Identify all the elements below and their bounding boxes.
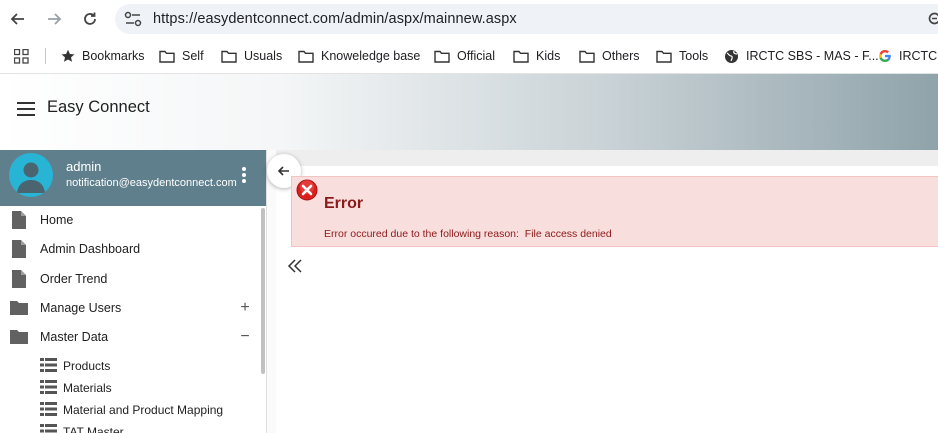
- url-text[interactable]: https://easydentconnect.com/admin/aspx/m…: [153, 11, 517, 27]
- file-icon: [12, 270, 26, 288]
- folder-icon: [656, 50, 672, 63]
- error-message: Error occured due to the following reaso…: [324, 228, 612, 240]
- sidebar-subitem-materials[interactable]: Materials: [0, 378, 260, 398]
- bookmark-label: IRCTC SBS - MAS - F...: [746, 49, 879, 63]
- sidebar-item-manage-users[interactable]: Manage Users +: [0, 297, 260, 319]
- more-options-icon[interactable]: [240, 166, 248, 184]
- sidebar: admin notification@easydentconnect.com H…: [0, 150, 267, 433]
- left-arrow-icon: [277, 166, 289, 176]
- list-icon: [40, 402, 57, 416]
- bookmark-tools[interactable]: Tools: [656, 47, 708, 65]
- expand-toggle[interactable]: +: [238, 299, 252, 317]
- sidebar-item-home[interactable]: Home: [0, 209, 260, 231]
- bookmark-label: Self: [182, 49, 204, 63]
- bookmarks-separator: [45, 48, 46, 64]
- folder-icon: [434, 50, 450, 63]
- profile-name: admin: [66, 159, 102, 174]
- address-bar[interactable]: https://easydentconnect.com/admin/aspx/m…: [115, 4, 938, 34]
- star-icon: [61, 49, 75, 62]
- browser-toolbar: https://easydentconnect.com/admin/aspx/m…: [0, 0, 938, 38]
- bookmark-self[interactable]: Self: [159, 47, 204, 65]
- bookmark-kids[interactable]: Kids: [513, 47, 560, 65]
- file-icon: [12, 211, 26, 229]
- bookmark-label: IRCTC N: [899, 49, 938, 63]
- zoom-icon[interactable]: [927, 11, 938, 29]
- file-icon: [12, 240, 26, 258]
- forward-arrow-icon[interactable]: [43, 8, 65, 30]
- sidebar-item-label: Home: [40, 213, 74, 227]
- sidebar-item-order-trend[interactable]: Order Trend: [0, 268, 260, 290]
- error-close-icon: [296, 179, 318, 201]
- profile-email: notification@easydentconnect.com: [66, 177, 237, 189]
- back-arrow-icon[interactable]: [7, 8, 29, 30]
- bookmark-label: Kids: [536, 49, 561, 63]
- bookmark-label: Bookmarks: [82, 49, 145, 63]
- bookmark-label: Official: [457, 49, 495, 63]
- folder-icon: [10, 330, 28, 344]
- bookmark-knowledge-base[interactable]: Knoweledge base: [298, 47, 420, 65]
- folder-icon: [159, 50, 175, 63]
- sidebar-subitem-label: TAT Master: [63, 425, 124, 433]
- app-header: Easy Connect: [0, 74, 938, 150]
- sidebar-item-master-data[interactable]: Master Data −: [0, 326, 260, 348]
- bookmark-label: Knoweledge base: [321, 49, 421, 63]
- sidebar-subitem-label: Materials: [63, 381, 112, 395]
- sidebar-item-admin-dashboard[interactable]: Admin Dashboard: [0, 238, 260, 260]
- list-icon: [40, 358, 57, 372]
- bookmark-irctc-sbs[interactable]: IRCTC SBS - MAS - F...: [724, 47, 879, 65]
- sidebar-item-label: Order Trend: [40, 272, 108, 286]
- folder-icon: [579, 50, 595, 63]
- collapse-toggle[interactable]: −: [238, 328, 252, 346]
- google-icon: [879, 50, 891, 62]
- profile-panel: admin notification@easydentconnect.com: [0, 150, 266, 206]
- bookmark-others[interactable]: Others: [579, 47, 640, 65]
- avatar[interactable]: [9, 153, 53, 197]
- list-icon: [40, 380, 57, 394]
- site-info-icon[interactable]: [123, 10, 143, 28]
- folder-icon: [221, 50, 237, 63]
- list-icon: [40, 424, 57, 433]
- sidebar-subitem-material-product-mapping[interactable]: Material and Product Mapping: [0, 400, 260, 420]
- folder-icon: [513, 50, 529, 63]
- folder-icon: [10, 301, 28, 315]
- apps-grid-icon[interactable]: [13, 48, 29, 69]
- bookmark-irctc-n[interactable]: IRCTC N: [878, 47, 938, 65]
- bookmark-usuals[interactable]: Usuals: [221, 47, 282, 65]
- sidebar-subitem-tat-master[interactable]: TAT Master: [0, 422, 260, 433]
- sidebar-subitem-products[interactable]: Products: [0, 356, 260, 376]
- globe-icon: [725, 49, 738, 63]
- folder-icon: [298, 50, 314, 63]
- sidebar-item-label: Master Data: [40, 330, 109, 344]
- sidebar-subitem-label: Material and Product Mapping: [63, 403, 224, 417]
- user-icon: [17, 162, 45, 193]
- bookmark-official[interactable]: Official: [434, 47, 495, 65]
- bookmark-label: Tools: [679, 49, 709, 63]
- content-top-strip: [276, 150, 938, 166]
- sidebar-subitem-label: Products: [63, 359, 111, 373]
- bookmark-label: Others: [602, 49, 640, 63]
- main-content: Error Error occured due to the following…: [267, 150, 938, 433]
- sidebar-item-label: Admin Dashboard: [40, 242, 141, 256]
- double-chevron-left-icon[interactable]: [287, 258, 303, 274]
- error-title: Error: [324, 195, 364, 212]
- bookmark-label: Usuals: [244, 49, 283, 63]
- app-title: Easy Connect: [47, 98, 150, 116]
- sidebar-scrollbar[interactable]: [261, 208, 265, 374]
- bookmark-bookmarks[interactable]: Bookmarks: [61, 47, 145, 65]
- sidebar-item-label: Manage Users: [40, 301, 122, 315]
- reload-icon[interactable]: [79, 8, 101, 30]
- hamburger-menu-icon[interactable]: [16, 101, 36, 117]
- bookmarks-bar: Bookmarks Self Usuals Knoweledge base Of…: [0, 38, 938, 74]
